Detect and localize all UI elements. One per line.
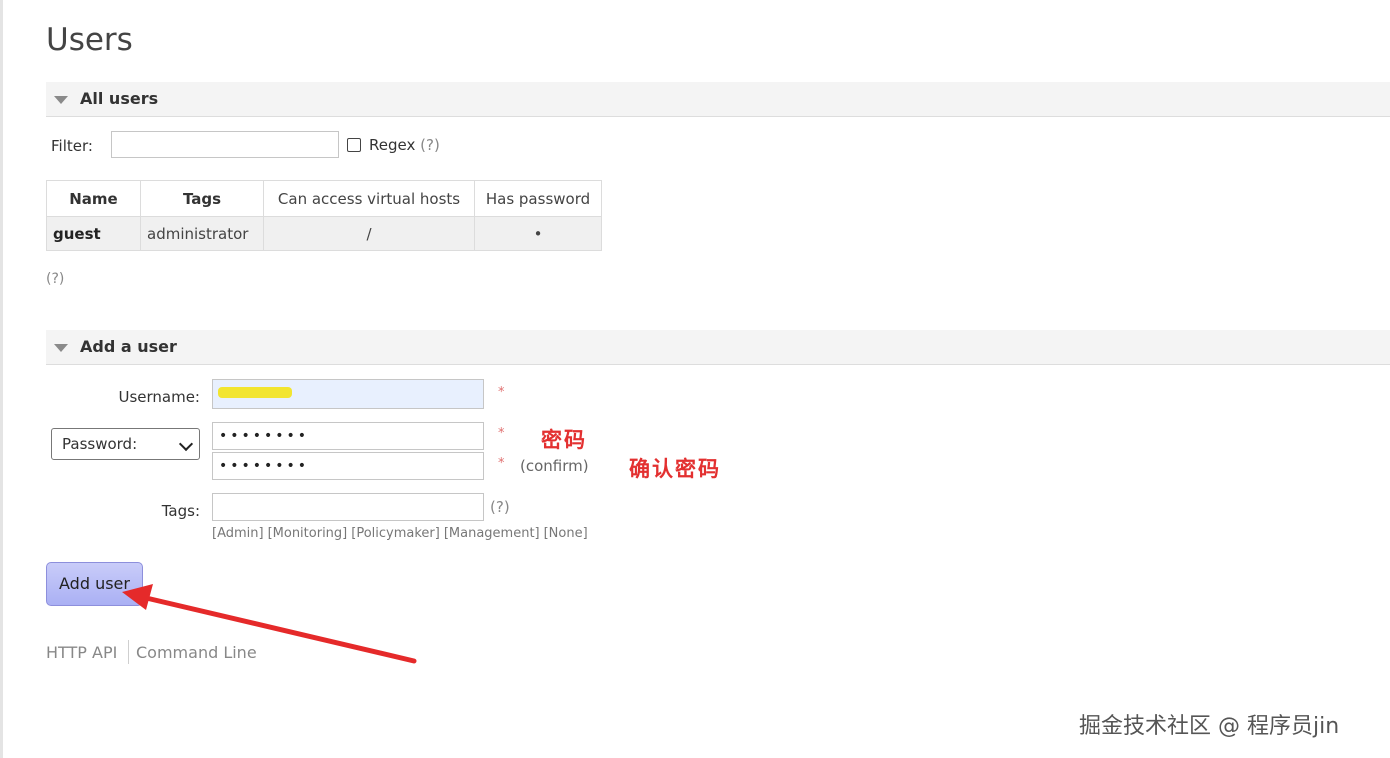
add-user-header[interactable]: Add a user — [46, 330, 1390, 365]
col-tags: Tags — [140, 180, 264, 217]
add-user-title: Add a user — [80, 337, 177, 356]
page-title: Users — [46, 22, 133, 58]
left-border — [0, 0, 3, 758]
collapse-triangle-icon — [54, 343, 68, 352]
username-redaction — [218, 387, 292, 398]
footer-divider — [128, 640, 129, 664]
regex-checkbox[interactable] — [347, 138, 361, 152]
password-type-select[interactable]: Password: — [51, 428, 200, 460]
cell-has-password: • — [474, 216, 602, 251]
tag-admin-link[interactable]: [Admin] — [212, 526, 264, 541]
col-vhosts: Can access virtual hosts — [263, 180, 475, 217]
tag-monitoring-link[interactable]: [Monitoring] — [268, 526, 348, 541]
confirm-label: (confirm) — [520, 457, 589, 475]
cell-tags: administrator — [140, 216, 264, 251]
tag-none-link[interactable]: [None] — [544, 526, 588, 541]
table-row[interactable]: guest administrator / • — [46, 216, 602, 251]
password-field[interactable]: •••••••• — [212, 422, 484, 450]
cell-name[interactable]: guest — [46, 216, 141, 251]
username-required-mark: * — [498, 385, 505, 400]
add-user-button[interactable]: Add user — [46, 562, 143, 606]
users-table: Name Tags Can access virtual hosts Has p… — [46, 180, 602, 251]
chevron-down-icon — [178, 436, 194, 452]
tag-management-link[interactable]: [Management] — [444, 526, 540, 541]
username-label: Username: — [118, 388, 200, 406]
all-users-title: All users — [80, 89, 159, 108]
confirm-required-mark: * — [498, 456, 505, 471]
col-name: Name — [46, 180, 141, 217]
filter-input[interactable] — [111, 131, 339, 158]
tags-input[interactable] — [212, 493, 484, 521]
col-has-password: Has password — [474, 180, 602, 217]
command-line-link[interactable]: Command Line — [136, 643, 257, 662]
tags-label: Tags: — [161, 502, 200, 520]
tag-policymaker-link[interactable]: [Policymaker] — [351, 526, 440, 541]
all-users-header[interactable]: All users — [46, 82, 1390, 117]
regex-label: Regex (?) — [369, 136, 440, 154]
filter-label: Filter: — [51, 137, 93, 155]
table-header-row: Name Tags Can access virtual hosts Has p… — [46, 180, 602, 217]
watermark: 掘金技术社区 @ 程序员jin — [1079, 714, 1340, 739]
regex-help[interactable]: (?) — [420, 136, 440, 154]
password-select-value: Password: — [62, 435, 138, 453]
collapse-triangle-icon — [54, 95, 68, 104]
tags-help[interactable]: (?) — [490, 498, 510, 516]
password-annotation: 密码 — [541, 427, 587, 452]
confirm-annotation: 确认密码 — [629, 456, 721, 481]
users-help[interactable]: (?) — [46, 271, 64, 287]
cell-vhosts: / — [263, 216, 475, 251]
confirm-password-field[interactable]: •••••••• — [212, 452, 484, 480]
password-required-mark: * — [498, 426, 505, 441]
tag-options: [Admin] [Monitoring] [Policymaker] [Managem… — [212, 526, 592, 541]
http-api-link[interactable]: HTTP API — [46, 643, 117, 662]
